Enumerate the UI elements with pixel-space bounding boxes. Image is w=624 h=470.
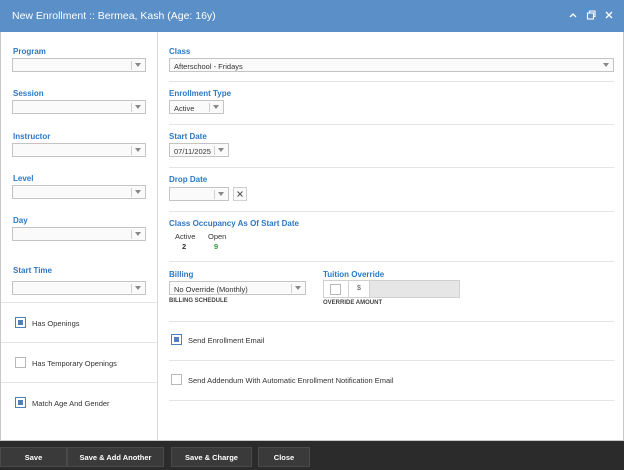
chevron-down-icon bbox=[218, 192, 224, 196]
occupancy-open-label: Open bbox=[208, 232, 227, 241]
divider bbox=[169, 81, 614, 82]
send-addendum-label: Send Addendum With Automatic Enrollment … bbox=[188, 376, 394, 385]
chevron-up-icon[interactable] bbox=[568, 9, 578, 21]
occupancy-label: Class Occupancy As Of Start Date bbox=[169, 219, 299, 228]
occupancy-active-value: 2 bbox=[182, 242, 187, 251]
send-addendum-checkbox[interactable] bbox=[171, 374, 182, 385]
send-enrollment-email-label: Send Enrollment Email bbox=[188, 336, 265, 345]
chevron-down-icon bbox=[295, 286, 301, 290]
program-label: Program bbox=[13, 47, 46, 56]
occupancy-open-value: 9 bbox=[214, 242, 219, 251]
save-and-charge-button[interactable]: Save & Charge bbox=[171, 447, 252, 467]
match-age-gender-checkbox[interactable] bbox=[15, 397, 26, 408]
class-label: Class bbox=[169, 47, 191, 56]
occupancy-active-label: Active bbox=[175, 232, 196, 241]
instructor-label: Instructor bbox=[13, 132, 51, 141]
close-icon bbox=[237, 191, 243, 197]
filter-column: Program Session Instructor Level Day Sta… bbox=[1, 32, 158, 441]
override-amount-label: OVERRIDE AMOUNT bbox=[323, 300, 383, 306]
clear-drop-date-button[interactable] bbox=[233, 187, 247, 201]
chevron-down-icon bbox=[135, 190, 141, 194]
billing-select[interactable]: No Override (Monthly) bbox=[169, 281, 306, 295]
save-and-add-another-button[interactable]: Save & Add Another bbox=[67, 447, 164, 467]
program-select[interactable] bbox=[12, 58, 146, 72]
level-select[interactable] bbox=[12, 185, 146, 199]
day-label: Day bbox=[13, 216, 28, 225]
save-button[interactable]: Save bbox=[0, 447, 67, 467]
has-openings-checkbox[interactable] bbox=[15, 317, 26, 328]
chevron-down-icon bbox=[213, 105, 219, 109]
billing-value: No Override (Monthly) bbox=[174, 284, 248, 294]
start-date-picker[interactable]: 07/11/2025 bbox=[169, 143, 229, 157]
divider bbox=[169, 124, 614, 125]
divider bbox=[169, 400, 614, 401]
start-date-label: Start Date bbox=[169, 132, 207, 141]
instructor-select[interactable] bbox=[12, 143, 146, 157]
send-enrollment-email-checkbox[interactable] bbox=[171, 334, 182, 345]
chevron-down-icon bbox=[135, 148, 141, 152]
enrollment-dialog: Program Session Instructor Level Day Sta… bbox=[0, 32, 624, 441]
start-date-value: 07/11/2025 bbox=[174, 146, 211, 156]
session-label: Session bbox=[13, 89, 44, 98]
chevron-down-icon bbox=[135, 286, 141, 290]
chevron-down-icon bbox=[135, 232, 141, 236]
enrollment-type-label: Enrollment Type bbox=[169, 89, 232, 98]
billing-label: Billing bbox=[169, 270, 194, 279]
close-button[interactable]: Close bbox=[258, 447, 310, 467]
currency-symbol: $ bbox=[348, 281, 370, 297]
start-time-select[interactable] bbox=[12, 281, 146, 295]
divider bbox=[1, 342, 157, 343]
tuition-override-label: Tuition Override bbox=[323, 270, 385, 279]
enrollment-type-value: Active bbox=[174, 103, 195, 113]
enrollment-type-select[interactable]: Active bbox=[169, 100, 224, 114]
divider bbox=[1, 382, 157, 383]
divider bbox=[169, 360, 614, 361]
chevron-down-icon bbox=[218, 148, 224, 152]
level-label: Level bbox=[13, 174, 34, 183]
match-age-gender-label: Match Age And Gender bbox=[32, 399, 110, 408]
tuition-override-group: $ bbox=[323, 280, 460, 298]
enrollment-form: Class Afterschool - Fridays Enrollment T… bbox=[158, 32, 624, 441]
session-select[interactable] bbox=[12, 100, 146, 114]
has-temporary-openings-label: Has Temporary Openings bbox=[32, 359, 117, 368]
restore-icon[interactable] bbox=[586, 9, 596, 21]
divider bbox=[169, 167, 614, 168]
window-title: New Enrollment :: Bermea, Kash (Age: 16y… bbox=[12, 10, 216, 22]
chevron-down-icon bbox=[135, 105, 141, 109]
drop-date-picker[interactable] bbox=[169, 187, 229, 201]
override-amount-input[interactable] bbox=[370, 281, 459, 297]
class-select[interactable]: Afterschool - Fridays bbox=[169, 58, 614, 72]
start-time-label: Start Time bbox=[13, 266, 52, 275]
close-icon[interactable] bbox=[604, 9, 614, 21]
has-temporary-openings-checkbox[interactable] bbox=[15, 357, 26, 368]
day-select[interactable] bbox=[12, 227, 146, 241]
drop-date-label: Drop Date bbox=[169, 175, 208, 184]
billing-schedule-label: BILLING SCHEDULE bbox=[169, 298, 228, 304]
dialog-footer: Save Save & Add Another Save & Charge Cl… bbox=[0, 441, 624, 470]
chevron-down-icon bbox=[135, 63, 141, 67]
divider bbox=[1, 302, 157, 303]
chevron-down-icon bbox=[603, 63, 609, 67]
tuition-override-checkbox[interactable] bbox=[330, 284, 341, 295]
divider bbox=[169, 261, 614, 262]
has-openings-label: Has Openings bbox=[32, 319, 80, 328]
divider bbox=[169, 321, 614, 322]
window-titlebar: New Enrollment :: Bermea, Kash (Age: 16y… bbox=[0, 0, 624, 32]
class-value: Afterschool - Fridays bbox=[174, 61, 243, 71]
divider bbox=[169, 211, 614, 212]
